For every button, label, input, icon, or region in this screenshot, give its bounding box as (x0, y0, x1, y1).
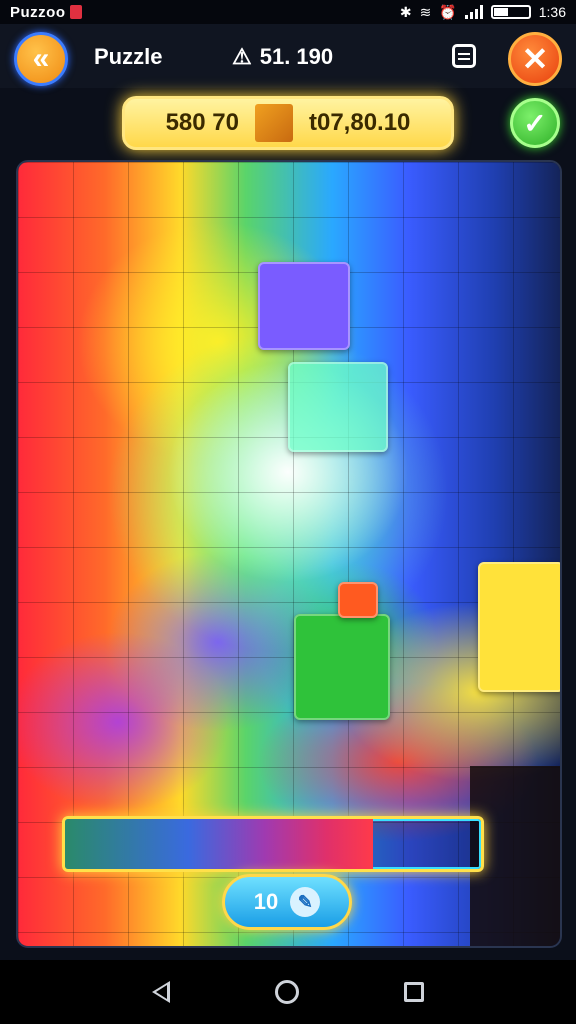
progress-tray (62, 816, 484, 872)
puzzle-piece[interactable] (478, 562, 560, 692)
score-value: 51. 190 (259, 44, 334, 69)
info-right-value: t07,80.10 (308, 109, 411, 136)
color-swatch (254, 104, 293, 142)
system-nav-bar (0, 960, 576, 1024)
menu-button[interactable] (452, 44, 476, 68)
trophy-icon: ⚠ (232, 44, 252, 69)
nav-recent-icon[interactable] (403, 982, 424, 1002)
game-title: Puzzle (94, 44, 163, 69)
check-icon: ✓ (523, 107, 547, 139)
puzzle-hint-icon: ✎ (290, 887, 321, 917)
nav-back-icon[interactable] (152, 981, 171, 1003)
score-display: ⚠ 51. 190 (232, 44, 333, 70)
puzzle-piece[interactable] (294, 614, 390, 720)
signal-icon (464, 5, 483, 19)
close-icon: ✕ (521, 41, 549, 77)
alarm-icon: ⏰ (439, 3, 457, 20)
wifi-icon: ≋ (419, 3, 432, 20)
info-left-value: 580 70 (165, 109, 239, 136)
status-app-name: Puzzoo (10, 3, 66, 21)
status-bar: Puzzoo ✱ ≋ ⏰ 1:36 (0, 0, 576, 24)
confirm-button[interactable]: ✓ (510, 98, 560, 148)
close-button[interactable]: ✕ (508, 32, 562, 86)
puzzle-piece[interactable] (338, 582, 378, 618)
back-button[interactable]: « (14, 32, 68, 86)
info-pill: 580 70 t07,80.10 (122, 96, 454, 150)
status-time: 1:36 (538, 4, 566, 20)
puzzle-piece[interactable] (258, 262, 350, 350)
battery-icon (490, 5, 531, 19)
hint-button[interactable]: 10 ✎ (222, 874, 352, 930)
progress-fill (65, 819, 373, 869)
nav-home-icon[interactable] (274, 980, 299, 1004)
notification-icon (69, 5, 82, 19)
chevron-left-icon: « (32, 42, 50, 75)
hint-count: 10 (253, 889, 279, 914)
bluetooth-icon: ✱ (399, 3, 412, 20)
status-icons: ✱ ≋ ⏰ 1:36 (400, 4, 566, 21)
game-header: « Puzzle ⚠ 51. 190 ✕ (0, 24, 576, 88)
puzzle-piece[interactable] (288, 362, 388, 452)
